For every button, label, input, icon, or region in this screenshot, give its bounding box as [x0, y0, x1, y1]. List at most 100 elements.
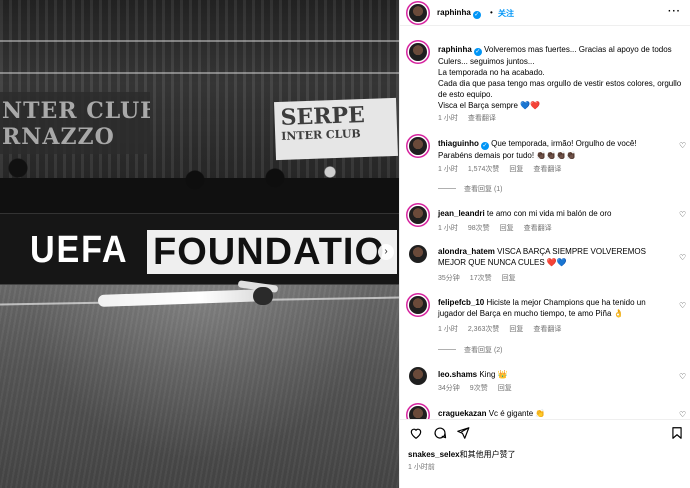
comment-likes[interactable]: 9次赞: [470, 385, 488, 392]
stand-rail: [0, 72, 399, 74]
comment-translate-link[interactable]: 查看翻译: [524, 225, 552, 232]
follow-button[interactable]: 关注: [498, 8, 514, 19]
comment-body: Vc é gigante 👏: [488, 409, 546, 418]
comment-text: jean_leandri te amo con mi vida mi balón…: [438, 208, 668, 219]
comment-like-icon[interactable]: ♡: [679, 301, 686, 310]
comment-likes[interactable]: 2,363次赞: [468, 326, 500, 333]
view-replies-text[interactable]: 查看回复 (2): [464, 347, 503, 354]
comment-avatar[interactable]: [409, 367, 427, 385]
view-replies-text[interactable]: 查看回复 (1): [464, 186, 503, 193]
comment-avatar[interactable]: [409, 406, 427, 419]
pitch: [0, 285, 399, 488]
comment-likes[interactable]: 1,574次赞: [468, 166, 500, 173]
comment-username[interactable]: thiaguinho: [438, 139, 479, 148]
adboard-foundation-text: FOUNDATIO: [147, 230, 397, 274]
caption-line-3: Cada dia que pasa tengo mas orgullo de v…: [438, 79, 682, 99]
comment-username[interactable]: felipefcb_10: [438, 298, 484, 307]
comment-avatar[interactable]: [409, 137, 427, 155]
banner-right-small-text: INTER CLUB: [280, 127, 361, 143]
share-icon[interactable]: [456, 426, 470, 440]
comment-reply-link[interactable]: 回复: [498, 385, 512, 392]
comment-avatar[interactable]: [409, 206, 427, 224]
caption-line-4: Visca el Barça sempre 💙❤️: [438, 101, 541, 110]
liked-by-suffix[interactable]: 和其他用户赞了: [460, 450, 516, 459]
verified-icon: ✓: [472, 11, 481, 19]
comment-text: felipefcb_10 Hiciste la mejor Champions …: [438, 297, 670, 319]
comment-time[interactable]: 34分钟: [438, 385, 460, 392]
comment-username[interactable]: craguekazan: [438, 409, 486, 418]
actions-bar: snakes_selex和其他用户赞了 1 小时前: [400, 419, 690, 488]
comment-likes[interactable]: 17次赞: [470, 275, 492, 282]
caption-text: raphinha ✓ Volveremos mas fuertes... Grac…: [438, 44, 682, 111]
comments-list: raphinha ✓ Volveremos mas fuertes... Grac…: [400, 27, 690, 419]
header-dot: •: [490, 8, 493, 17]
comment-icon[interactable]: [433, 426, 447, 440]
comment-reply-link[interactable]: 回复: [509, 326, 523, 333]
post-photo: NTER CLUB RNAZZO SERPE INTER CLUB UEFA F…: [0, 0, 399, 488]
comment-text: alondra_hatem VISCA BARÇA SIEMPRE VOLVER…: [438, 246, 670, 268]
comment-time[interactable]: 1 小时: [438, 326, 458, 333]
caption-meta: 1 小时 查看翻译: [438, 113, 506, 123]
post-header: raphinha ✓ • 关注 ···: [400, 0, 690, 26]
caption-line-2: La temporada no ha acabado.: [438, 68, 545, 77]
comment-like-icon[interactable]: ♡: [679, 372, 686, 381]
caption-translate-link[interactable]: 查看翻译: [468, 115, 496, 122]
comment-body: King 👑: [479, 370, 508, 379]
comment-like-icon[interactable]: ♡: [679, 141, 686, 150]
comment-body: te amo con mi vida mi balón de oro: [486, 209, 612, 218]
caption-avatar[interactable]: [409, 43, 427, 61]
caption-line-1: Volveremos mas fuertes... Gracias al apo…: [438, 45, 672, 66]
comment-reply-link[interactable]: 回复: [502, 275, 516, 282]
fan-banner-left: NTER CLUB RNAZZO: [0, 92, 150, 154]
comment-meta: 1 小时 98次赞 回复 查看翻译: [438, 223, 562, 233]
comment-meta: 35分钟 17次赞 回复: [438, 273, 526, 283]
verified-icon: ✓: [473, 48, 482, 56]
caption-time[interactable]: 1 小时: [438, 115, 458, 122]
view-replies-link[interactable]: 查看回复 (1): [438, 184, 503, 194]
comment-likes[interactable]: 98次赞: [468, 225, 490, 232]
like-heart-icon[interactable]: [409, 426, 423, 440]
ad-board: UEFA FOUNDATIO: [0, 213, 399, 285]
comment-avatar[interactable]: [409, 296, 427, 314]
comment-like-icon[interactable]: ♡: [679, 410, 686, 419]
replies-divider: [438, 188, 456, 189]
stand-rail: [0, 40, 399, 42]
comment-reply-link[interactable]: 回复: [500, 225, 514, 232]
more-options-icon[interactable]: ···: [668, 6, 681, 17]
next-image-button[interactable]: ›: [378, 244, 394, 260]
comment-time[interactable]: 35分钟: [438, 275, 460, 282]
comment-meta: 1 小时 2,363次赞 回复 查看翻译: [438, 324, 571, 334]
liked-by-text[interactable]: snakes_selex和其他用户赞了: [408, 449, 516, 460]
replies-divider: [438, 349, 456, 350]
liked-by-user[interactable]: snakes_selex: [408, 450, 460, 459]
comment-meta: 1 小时 1,574次赞 回复 查看翻译: [438, 164, 571, 174]
comment-text: leo.shams King 👑: [438, 369, 668, 380]
comment-username[interactable]: jean_leandri: [438, 209, 485, 218]
player-lying: [97, 280, 280, 309]
header-avatar[interactable]: [409, 4, 427, 22]
caption-username[interactable]: raphinha: [438, 45, 472, 54]
comment-meta: 34分钟 9次赞 回复: [438, 383, 522, 393]
comment-translate-link[interactable]: 查看翻译: [533, 166, 561, 173]
comment-like-icon[interactable]: ♡: [679, 253, 686, 262]
comment-username[interactable]: leo.shams: [438, 370, 477, 379]
comment-text: craguekazan Vc é gigante 👏: [438, 408, 668, 419]
post-time: 1 小时前: [408, 464, 435, 471]
comment-time[interactable]: 1 小时: [438, 225, 458, 232]
comment-text: thiaguinho ✓ Que temporada, irmão! Orgulh…: [438, 138, 668, 161]
adboard-uefa-text: UEFA: [30, 229, 129, 271]
comment-reply-link[interactable]: 回复: [509, 166, 523, 173]
comment-time[interactable]: 1 小时: [438, 166, 458, 173]
photographers: [0, 150, 399, 220]
view-replies-link[interactable]: 查看回复 (2): [438, 345, 503, 355]
header-username-text[interactable]: raphinha: [437, 8, 471, 17]
verified-icon: ✓: [480, 142, 489, 150]
header-username[interactable]: raphinha ✓: [437, 8, 481, 19]
instagram-post: NTER CLUB RNAZZO SERPE INTER CLUB UEFA F…: [0, 0, 690, 488]
comment-username[interactable]: alondra_hatem: [438, 247, 495, 256]
bookmark-icon[interactable]: [670, 426, 684, 440]
comment-like-icon[interactable]: ♡: [679, 210, 686, 219]
comment-avatar[interactable]: [409, 245, 427, 263]
post-side-panel: raphinha ✓ • 关注 ··· raphinha ✓ Volveremos …: [399, 0, 690, 488]
comment-translate-link[interactable]: 查看翻译: [533, 326, 561, 333]
